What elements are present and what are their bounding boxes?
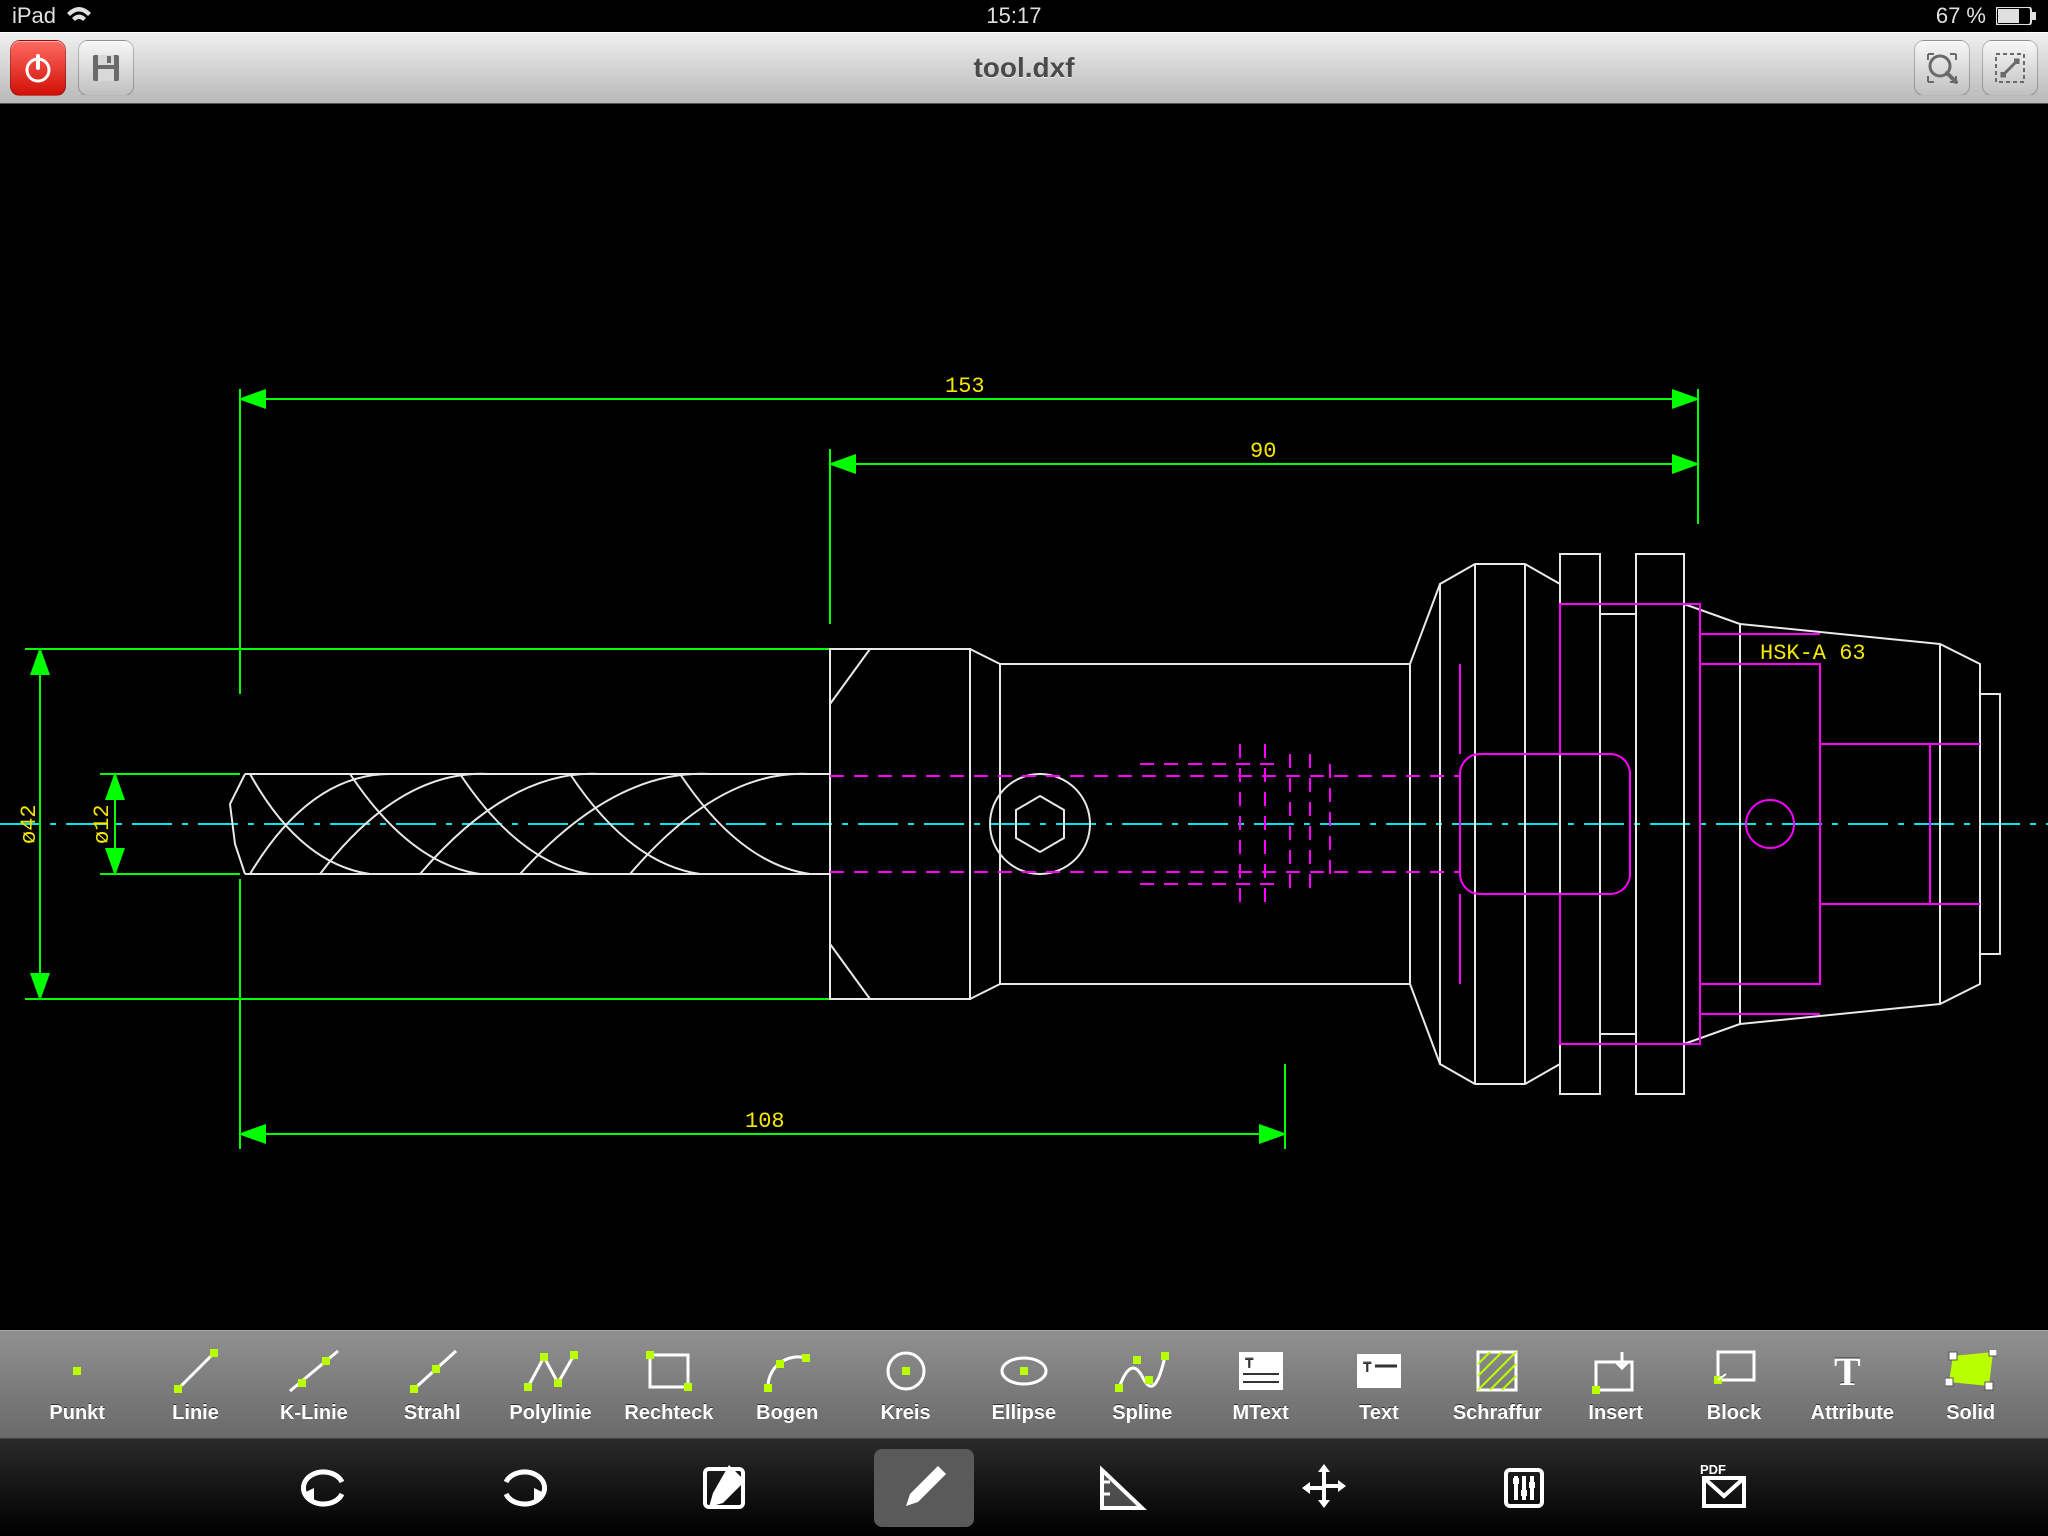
clock: 15:17 xyxy=(986,3,1041,29)
title-bar: tool.dxf xyxy=(0,32,2048,104)
edit-button[interactable] xyxy=(674,1449,774,1527)
drawing-canvas[interactable]: 153 90 108 ø42 ø12 xyxy=(0,104,2048,1330)
redo-button[interactable] xyxy=(474,1449,574,1527)
polyline-icon xyxy=(524,1344,578,1398)
device-label: iPad xyxy=(12,3,56,29)
mtext-icon: T xyxy=(1237,1344,1285,1398)
tool-punkt[interactable]: Punkt xyxy=(22,1344,132,1425)
tool-linie[interactable]: Linie xyxy=(141,1344,251,1425)
drawing-tools-toolbar: Punkt Linie K-Linie Strahl Polylinie Rec… xyxy=(0,1330,2048,1438)
tool-rechteck[interactable]: Rechteck xyxy=(614,1344,724,1425)
export-pdf-button[interactable]: PDF xyxy=(1674,1449,1774,1527)
svg-text:T: T xyxy=(1834,1349,1861,1393)
tool-spline[interactable]: Spline xyxy=(1087,1344,1197,1425)
dim-dia12-label: ø12 xyxy=(90,804,115,844)
tool-solid[interactable]: Solid xyxy=(1916,1344,2026,1425)
tool-kreis[interactable]: Kreis xyxy=(851,1344,961,1425)
dimension-108: 108 xyxy=(240,879,1285,1149)
tool-text[interactable]: T Text xyxy=(1324,1344,1434,1425)
svg-text:PDF: PDF xyxy=(1700,1462,1726,1477)
tool-ellipse[interactable]: Ellipse xyxy=(969,1344,1079,1425)
block-icon xyxy=(1710,1344,1758,1398)
dimension-153: 153 xyxy=(240,374,1698,694)
action-toolbar: PDF xyxy=(0,1438,2048,1536)
rectangle-icon xyxy=(644,1344,694,1398)
construction-line-icon xyxy=(288,1344,340,1398)
tool-block[interactable]: Block xyxy=(1679,1344,1789,1425)
text-icon: T xyxy=(1355,1344,1403,1398)
draw-button[interactable] xyxy=(874,1449,974,1527)
tool-k-linie[interactable]: K-Linie xyxy=(259,1344,369,1425)
insert-icon xyxy=(1592,1344,1640,1398)
tool-mtext[interactable]: T MText xyxy=(1206,1344,1316,1425)
tool-schraffur[interactable]: Schraffur xyxy=(1442,1344,1552,1425)
battery-icon xyxy=(1996,7,2036,25)
hatch-icon xyxy=(1474,1344,1520,1398)
arc-icon xyxy=(762,1344,812,1398)
move-button[interactable] xyxy=(1274,1449,1374,1527)
file-title: tool.dxf xyxy=(973,52,1074,84)
battery-label: 67 % xyxy=(1936,3,1986,29)
wifi-icon xyxy=(66,6,92,26)
tool-attribute[interactable]: T Attribute xyxy=(1797,1344,1907,1425)
dim-90-label: 90 xyxy=(1250,439,1276,464)
dim-153-label: 153 xyxy=(945,374,985,399)
tool-strahl[interactable]: Strahl xyxy=(377,1344,487,1425)
point-icon xyxy=(57,1344,97,1398)
circle-icon xyxy=(882,1344,930,1398)
power-button[interactable] xyxy=(10,40,66,96)
ellipse-icon xyxy=(997,1344,1051,1398)
spline-icon xyxy=(1115,1344,1169,1398)
tool-insert[interactable]: Insert xyxy=(1561,1344,1671,1425)
zoom-window-button[interactable] xyxy=(1982,40,2038,96)
measure-button[interactable] xyxy=(1074,1449,1174,1527)
dimension-90: 90 xyxy=(830,439,1698,624)
attribute-icon: T xyxy=(1830,1344,1874,1398)
annotation-hsk: HSK-A 63 xyxy=(1760,641,1866,666)
dim-108-label: 108 xyxy=(745,1109,785,1134)
settings-button[interactable] xyxy=(1474,1449,1574,1527)
svg-text:T: T xyxy=(1245,1355,1254,1371)
save-button[interactable] xyxy=(78,40,134,96)
ray-icon xyxy=(406,1344,458,1398)
undo-button[interactable] xyxy=(274,1449,374,1527)
solid-icon xyxy=(1945,1344,1997,1398)
ios-status-bar: iPad 15:17 67 % xyxy=(0,0,2048,32)
svg-text:T: T xyxy=(1363,1359,1372,1375)
zoom-extents-button[interactable] xyxy=(1914,40,1970,96)
line-icon xyxy=(172,1344,220,1398)
tool-polylinie[interactable]: Polylinie xyxy=(496,1344,606,1425)
dim-dia42-label: ø42 xyxy=(17,804,42,844)
tool-bogen[interactable]: Bogen xyxy=(732,1344,842,1425)
